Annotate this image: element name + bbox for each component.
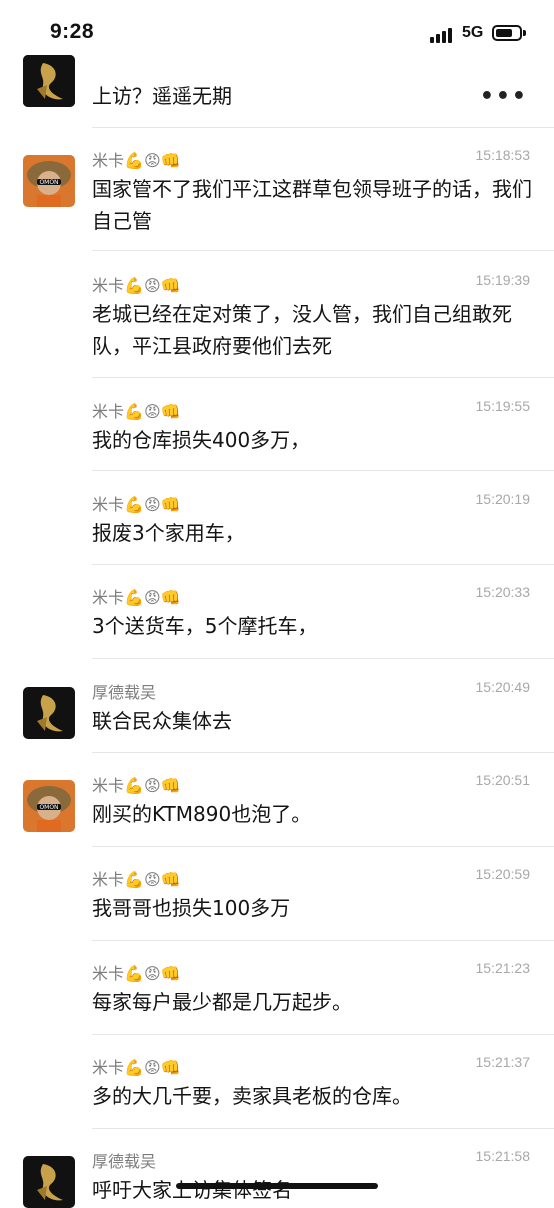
message-time: 15:21:23 [475, 960, 531, 976]
avatar[interactable]: OMON [23, 780, 75, 832]
message-time: 15:20:59 [475, 866, 531, 882]
message-text: 联合民众集体去 [92, 709, 232, 733]
message-text: 报废3个家用车， [92, 521, 245, 545]
emoji-badge: 💪😡👊 [124, 776, 181, 795]
network-label: 5G [462, 24, 484, 41]
divider [92, 940, 554, 941]
avatar[interactable] [23, 1156, 75, 1208]
message-time: 15:21:58 [475, 1148, 531, 1164]
sender-label: 米卡 [92, 776, 125, 795]
sender-label: 米卡 [92, 588, 125, 607]
sender-label: 米卡 [92, 964, 125, 983]
sender-label: 厚德载吴 [92, 1152, 157, 1171]
emoji-badge: 💪😡👊 [124, 588, 181, 607]
sender-label: 米卡 [92, 495, 125, 514]
message-time: 15:20:33 [475, 584, 531, 600]
sender-name: 米卡💪😡👊 [92, 398, 181, 422]
message-text: 多的大几千要，卖家具老板的仓库。 [92, 1084, 412, 1108]
home-indicator[interactable] [176, 1183, 378, 1189]
sender-name: 米卡💪😡👊 [92, 491, 181, 515]
svg-text:OMON: OMON [39, 804, 58, 811]
message-text: 呼吁大家上访集体签名 [92, 1178, 292, 1202]
avatar[interactable] [23, 687, 75, 739]
avatar[interactable]: OMON [23, 155, 75, 207]
message-time: 15:19:55 [475, 398, 531, 414]
message-time: 15:20:51 [475, 772, 531, 788]
emoji-badge: 💪😡👊 [124, 402, 181, 421]
message-text: 国家管不了我们平江这群草包领导班子的话，我们自己管 [92, 177, 532, 233]
message-text: 我哥哥也损失100多万 [92, 896, 291, 920]
sender-name: 米卡💪😡👊 [92, 960, 181, 984]
divider [92, 250, 554, 251]
more-dots-icon[interactable]: ••• [480, 84, 528, 109]
sender-label: 米卡 [92, 151, 125, 170]
sender-label: 米卡 [92, 402, 125, 421]
message-time: 15:20:49 [475, 679, 531, 695]
divider [92, 127, 554, 128]
sender-name: 厚德载吴 [92, 1148, 156, 1172]
sender-name: 米卡💪😡👊 [92, 866, 181, 890]
divider [92, 1128, 554, 1129]
divider [92, 1034, 554, 1035]
sender-label: 米卡 [92, 870, 125, 889]
emoji-badge: 💪😡👊 [124, 151, 181, 170]
message-time: 15:18:53 [475, 147, 531, 163]
sender-name: 米卡💪😡👊 [92, 147, 181, 171]
signal-icon [430, 27, 456, 43]
svg-text:OMON: OMON [39, 179, 58, 186]
divider [92, 377, 554, 378]
divider [92, 564, 554, 565]
sender-name: 厚德载吴 [92, 679, 156, 703]
divider [92, 846, 554, 847]
message-time: 15:19:39 [475, 272, 531, 288]
sender-label: 米卡 [92, 1058, 125, 1077]
sender-name: 米卡💪😡👊 [92, 584, 181, 608]
message-time: 15:21:37 [475, 1054, 531, 1070]
divider [92, 658, 554, 659]
sender-label: 厚德载吴 [92, 683, 157, 702]
divider [92, 470, 554, 471]
message-text: 3个送货车，5个摩托车， [92, 614, 318, 638]
sender-name: 米卡💪😡👊 [92, 772, 181, 796]
sender-name: 米卡💪😡👊 [92, 1054, 181, 1078]
avatar-houde[interactable] [23, 55, 75, 107]
divider [92, 752, 554, 753]
message-text: 每家每户最少都是几万起步。 [92, 990, 352, 1014]
message-text: 老城已经在定对策了，没人管，我们自己组敢死队，平江县政府要他们去死 [92, 302, 512, 358]
emoji-badge: 💪😡👊 [124, 276, 181, 295]
message-time: 15:20:19 [475, 491, 531, 507]
sender-label: 米卡 [92, 276, 125, 295]
message-text: 刚买的KTM890也泡了。 [92, 802, 312, 826]
emoji-badge: 💪😡👊 [124, 870, 181, 889]
sender-name: 米卡💪😡👊 [92, 272, 181, 296]
status-time: 9:28 [50, 20, 95, 43]
emoji-badge: 💪😡👊 [124, 1058, 181, 1077]
status-bar: 9:28 5G [0, 0, 554, 66]
message-text: 我的仓库损失400多万， [92, 428, 311, 452]
message-text: 上访？遥遥无期 [92, 84, 232, 108]
battery-icon [492, 25, 522, 41]
emoji-badge: 💪😡👊 [124, 495, 181, 514]
emoji-badge: 💪😡👊 [124, 964, 181, 983]
